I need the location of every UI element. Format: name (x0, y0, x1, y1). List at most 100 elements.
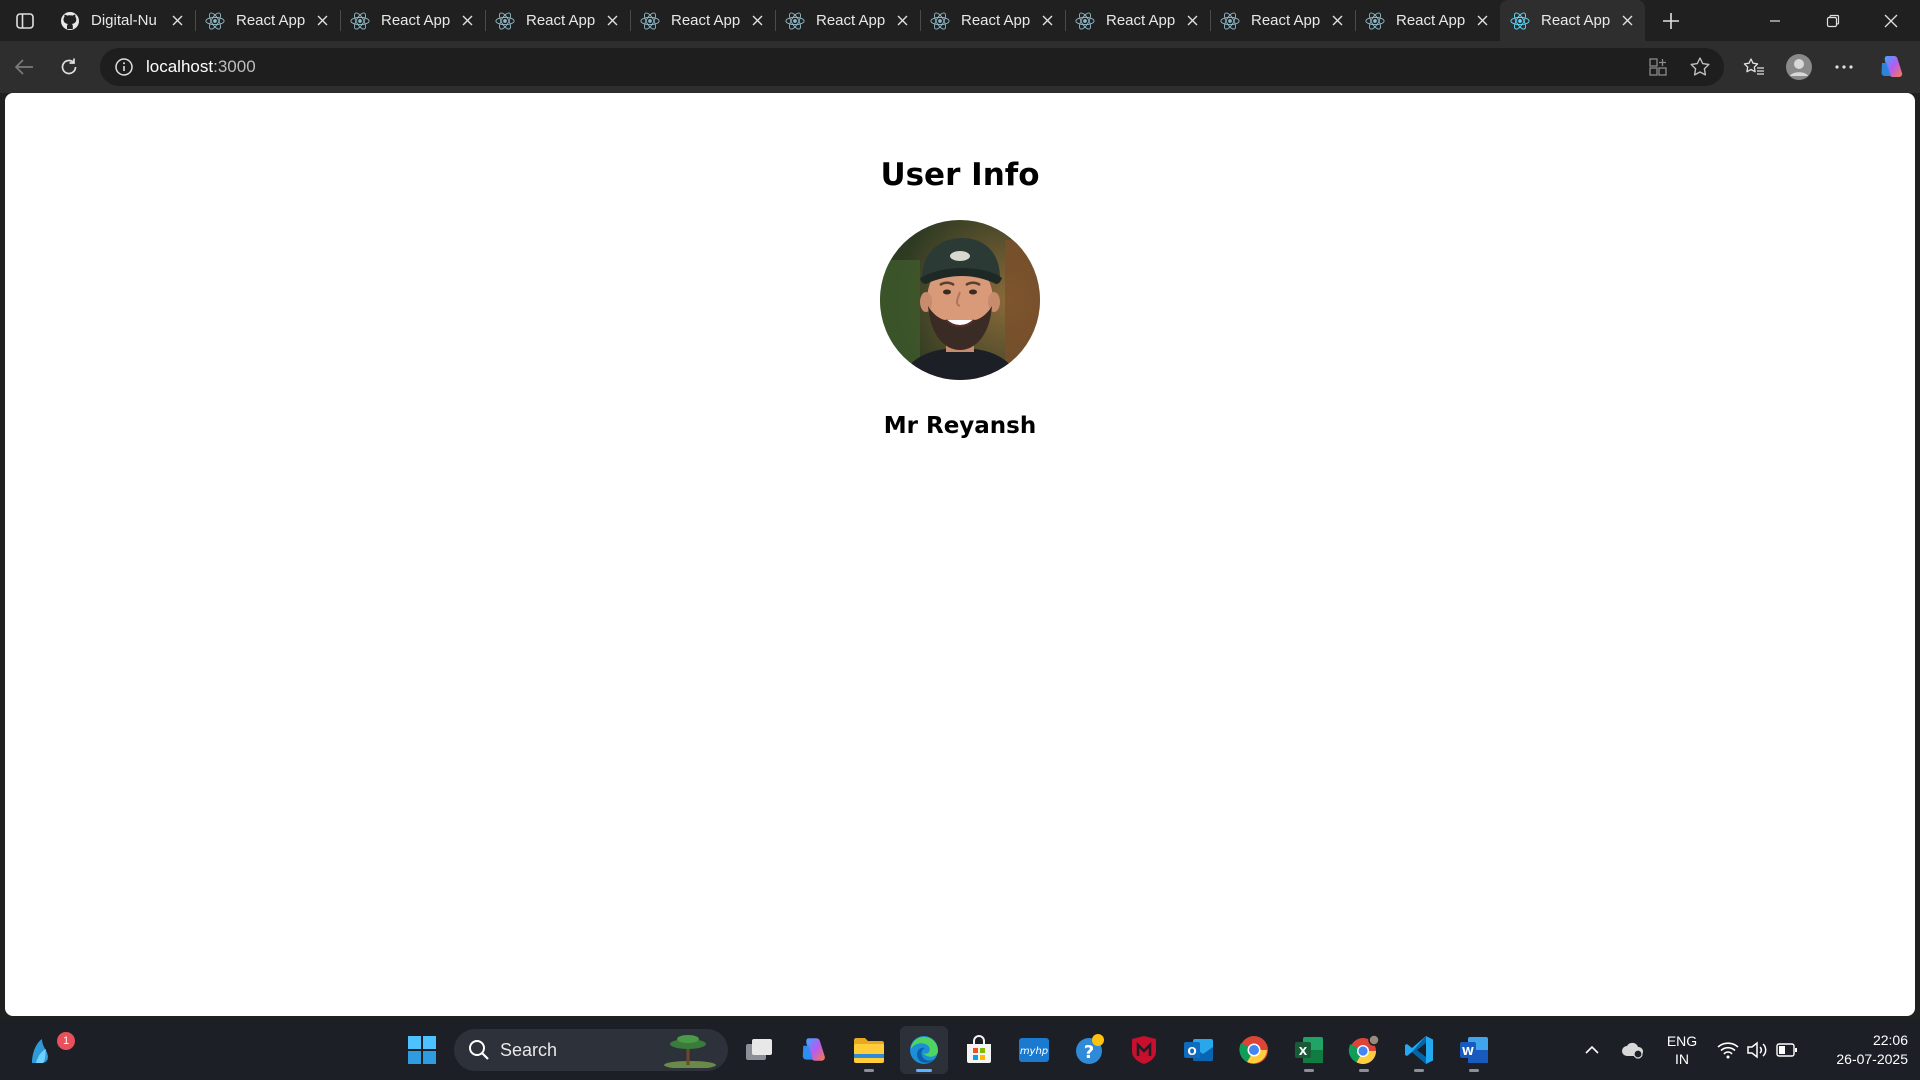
back-button[interactable] (6, 49, 42, 85)
close-window-button[interactable] (1862, 0, 1920, 41)
page-viewport: User Info Mr Reyansh (5, 93, 1915, 1016)
task-view-icon[interactable] (735, 1026, 783, 1074)
more-options-icon[interactable] (1826, 49, 1862, 85)
svg-text:myhp: myhp (1020, 1046, 1048, 1057)
taskbar-search-box[interactable]: Search (454, 1029, 728, 1071)
tab-close-icon[interactable] (313, 12, 331, 30)
language-code: ENG (1666, 1033, 1698, 1049)
tab-title: React App (526, 12, 596, 29)
browser-tab[interactable]: React App (485, 0, 630, 41)
minimize-button[interactable] (1746, 0, 1804, 41)
sidebar-toggle-icon[interactable] (0, 0, 50, 41)
chrome-profile-icon[interactable] (1340, 1026, 1388, 1074)
running-indicator (916, 1069, 932, 1072)
favorites-icon[interactable] (1736, 49, 1772, 85)
tab-close-icon[interactable] (1038, 12, 1056, 30)
browser-tab[interactable]: React App (1065, 0, 1210, 41)
chrome-icon[interactable] (1230, 1026, 1278, 1074)
tab-close-icon[interactable] (1183, 12, 1201, 30)
browser-tab[interactable]: React App (1500, 0, 1645, 41)
file-explorer-icon[interactable] (845, 1026, 893, 1074)
restore-button[interactable] (1804, 0, 1862, 41)
browser-tab[interactable]: React App (775, 0, 920, 41)
browser-tab[interactable]: React App (920, 0, 1065, 41)
windows-taskbar: 1 Search myhp ? O X W ENG IN 22:06 26-07… (0, 1020, 1920, 1080)
show-hidden-icons-chevron-icon[interactable] (1580, 1020, 1604, 1080)
browser-tab[interactable]: React App (340, 0, 485, 41)
widgets-icon[interactable]: 1 (17, 1026, 75, 1074)
myhp-icon[interactable]: myhp (1010, 1026, 1058, 1074)
refresh-button[interactable] (51, 49, 87, 85)
windows-start-icon[interactable] (398, 1026, 446, 1074)
react-icon (930, 11, 950, 31)
get-help-icon[interactable]: ? (1065, 1026, 1113, 1074)
tab-close-icon[interactable] (458, 12, 476, 30)
search-label: Search (500, 1039, 558, 1060)
svg-text:O: O (1187, 1045, 1196, 1058)
word-icon[interactable]: W (1450, 1026, 1498, 1074)
url-host: localhost (146, 57, 214, 76)
language-indicator[interactable]: ENG IN (1660, 1032, 1704, 1068)
browser-tab[interactable]: React App (630, 0, 775, 41)
copilot-app-icon[interactable] (790, 1026, 838, 1074)
excel-icon[interactable]: X (1285, 1026, 1333, 1074)
browser-tab[interactable]: React App (1355, 0, 1500, 41)
clock-date: 26-07-2025 (1836, 1051, 1908, 1067)
outlook-icon[interactable]: O (1175, 1026, 1223, 1074)
react-icon (1510, 11, 1530, 31)
running-indicator (1469, 1069, 1479, 1072)
search-icon (469, 1040, 489, 1060)
tab-title: React App (1541, 12, 1611, 29)
browser-tab[interactable]: React App (1210, 0, 1355, 41)
mcafee-icon[interactable] (1120, 1026, 1168, 1074)
browser-tab[interactable]: Digital-Nu (50, 0, 195, 41)
tab-title: React App (1106, 12, 1176, 29)
tab-title: React App (1251, 12, 1321, 29)
tab-close-icon[interactable] (748, 12, 766, 30)
running-indicator (1304, 1069, 1314, 1072)
app-available-icon[interactable] (1640, 49, 1676, 85)
url-port: :3000 (213, 57, 256, 76)
tab-title: React App (381, 12, 451, 29)
react-icon (1075, 11, 1095, 31)
profile-avatar-icon[interactable] (1781, 49, 1817, 85)
new-tab-button[interactable] (1651, 0, 1691, 41)
browser-toolbar: localhost:3000 (0, 41, 1920, 93)
edge-icon[interactable] (900, 1026, 948, 1074)
volume-icon[interactable] (1744, 1020, 1770, 1080)
react-icon (1365, 11, 1385, 31)
tab-title: React App (816, 12, 886, 29)
tab-close-icon[interactable] (1328, 12, 1346, 30)
favorite-star-icon[interactable] (1682, 49, 1718, 85)
page-title: User Info (880, 157, 1040, 193)
tab-close-icon[interactable] (1473, 12, 1491, 30)
ms-store-icon[interactable] (955, 1026, 1003, 1074)
notification-badge: 1 (57, 1032, 75, 1050)
tab-title: React App (1396, 12, 1466, 29)
react-icon (1220, 11, 1240, 31)
address-bar[interactable]: localhost:3000 (100, 48, 1724, 86)
tab-list: Digital-Nu React App React App React App Rea… (50, 0, 1645, 41)
battery-icon[interactable] (1774, 1020, 1800, 1080)
copilot-icon[interactable] (1874, 49, 1910, 85)
browser-tab[interactable]: React App (195, 0, 340, 41)
site-info-icon[interactable] (112, 55, 136, 79)
search-highlight-tree-icon (664, 1035, 716, 1068)
tab-title: React App (236, 12, 306, 29)
window-controls (1746, 0, 1920, 41)
url-text[interactable]: localhost:3000 (146, 57, 256, 77)
tab-title: React App (961, 12, 1031, 29)
clock-time: 22:06 (1872, 1032, 1908, 1048)
tab-close-icon[interactable] (893, 12, 911, 30)
browser-tab-strip: Digital-Nu React App React App React App Rea… (0, 0, 1920, 41)
wifi-icon[interactable] (1715, 1020, 1741, 1080)
tab-close-icon[interactable] (168, 12, 186, 30)
user-name: Mr Reyansh (883, 413, 1037, 439)
tab-close-icon[interactable] (1618, 12, 1636, 30)
system-clock[interactable]: 22:06 26-07-2025 (1808, 1031, 1908, 1069)
react-icon (350, 11, 370, 31)
running-indicator (864, 1069, 874, 1072)
tab-close-icon[interactable] (603, 12, 621, 30)
onedrive-cloud-icon[interactable] (1618, 1020, 1648, 1080)
vscode-icon[interactable] (1395, 1026, 1443, 1074)
